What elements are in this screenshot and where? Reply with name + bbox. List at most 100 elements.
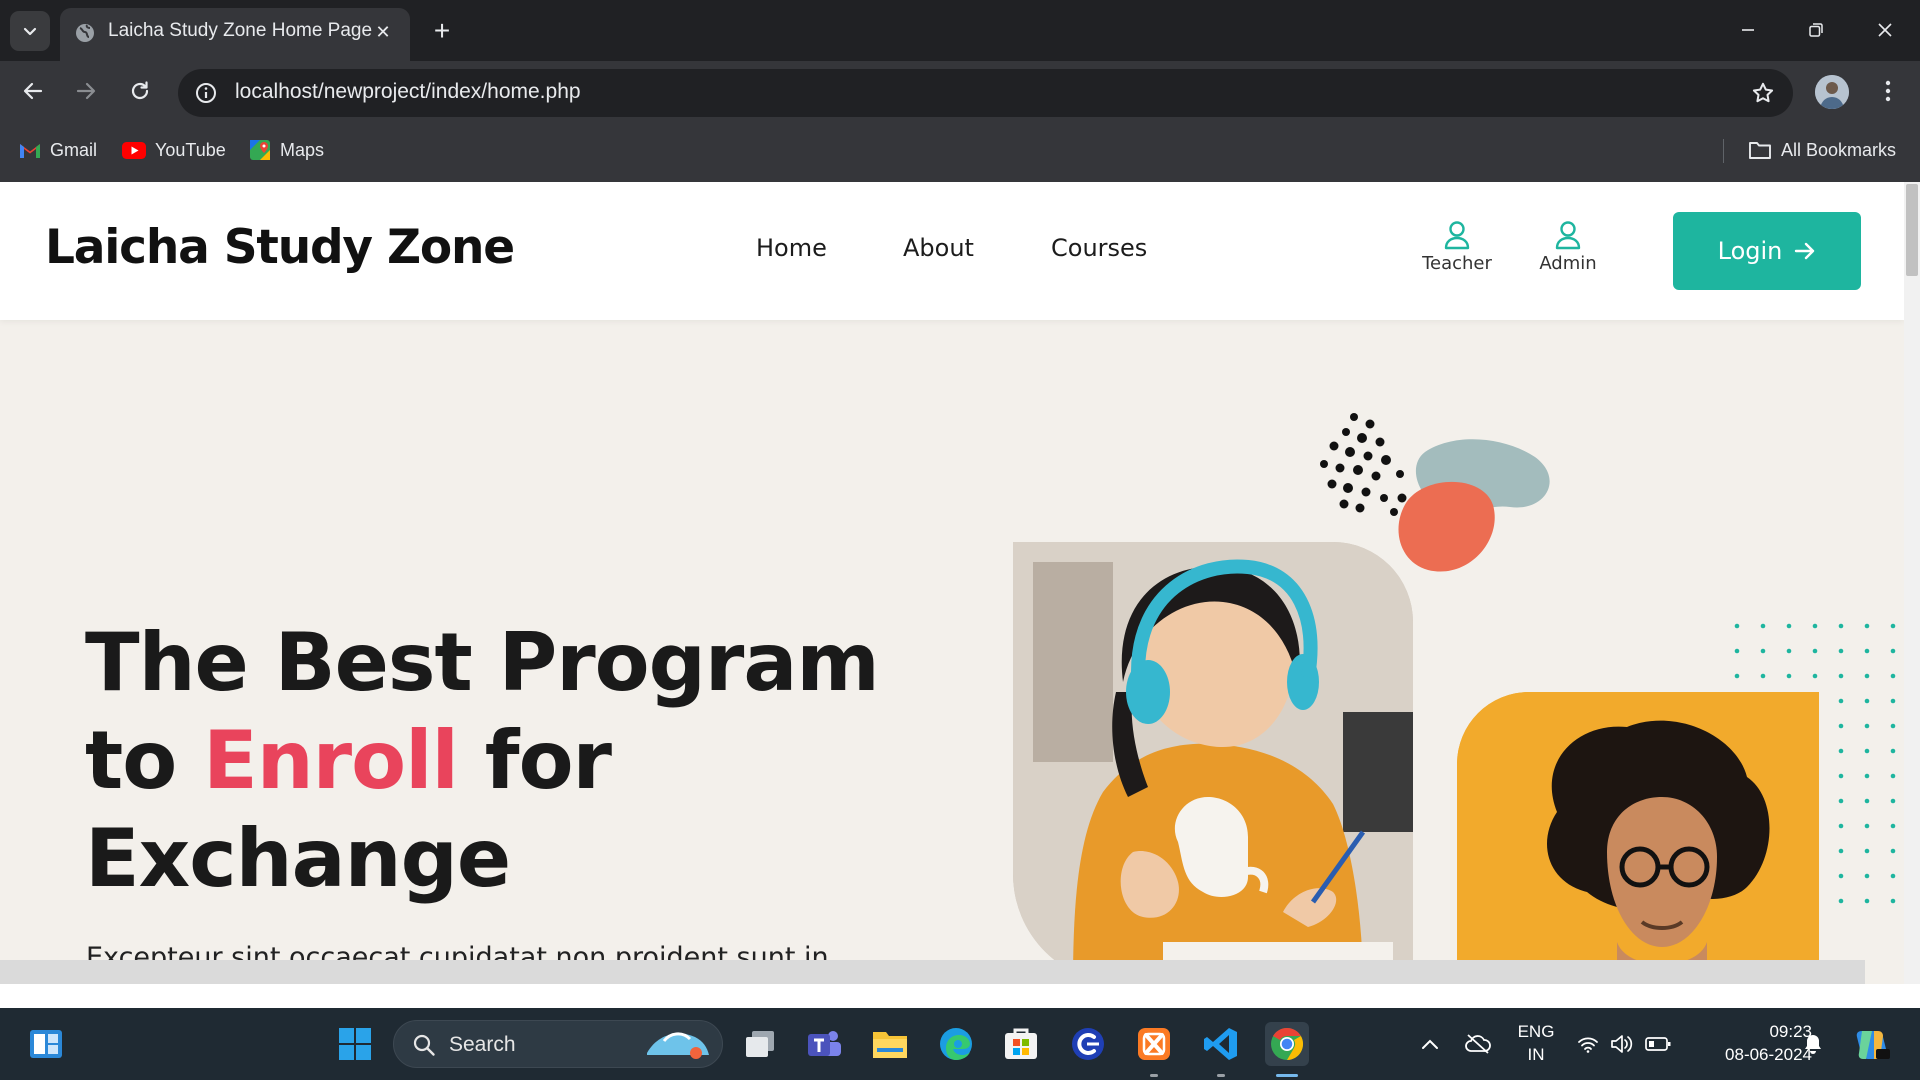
student-photo-curly-hair	[1457, 692, 1819, 984]
teacher-label: Teacher	[1422, 253, 1492, 274]
site-logo[interactable]: Laicha Study Zone	[45, 220, 515, 275]
xampp-button[interactable]	[1132, 1022, 1176, 1066]
youtube-icon	[122, 141, 146, 159]
search-highlight-icon	[647, 1032, 709, 1059]
xampp-icon	[1138, 1028, 1170, 1060]
info-icon	[196, 83, 216, 103]
student-illustration	[1457, 692, 1819, 984]
nav-courses[interactable]: Courses	[1051, 234, 1147, 262]
windows-taskbar: Search ENG IN 09:23 08-06-2024	[0, 1008, 1920, 1080]
admin-link[interactable]: Admin	[1518, 220, 1618, 274]
browser-menu-button[interactable]	[1870, 73, 1906, 109]
widgets-button[interactable]	[24, 1022, 68, 1066]
login-button[interactable]: Login	[1673, 212, 1861, 290]
vertical-scrollbar[interactable]	[1904, 182, 1920, 984]
restore-icon	[1809, 23, 1823, 37]
bookmark-gmail[interactable]: Gmail	[19, 135, 97, 165]
dot-cluster	[1320, 413, 1407, 516]
region-indicator[interactable]: IN	[1516, 1045, 1556, 1065]
tab-search-button[interactable]	[10, 11, 50, 51]
bookmark-label: Maps	[280, 139, 325, 160]
windows-icon	[339, 1028, 371, 1060]
chevron-down-icon	[23, 27, 37, 36]
bookmark-star-button[interactable]	[1749, 79, 1777, 107]
running-indicator	[1217, 1074, 1225, 1077]
file-explorer-button[interactable]	[868, 1022, 912, 1066]
bookmarks-bar: Gmail YouTube Maps All Bookmarks	[0, 121, 1920, 182]
running-indicator	[1150, 1074, 1158, 1077]
reload-button[interactable]	[118, 69, 162, 113]
hero-title-for: for	[457, 714, 612, 807]
search-icon	[413, 1034, 435, 1056]
start-button[interactable]	[333, 1022, 377, 1066]
student-illustration	[1013, 542, 1413, 984]
volume-button[interactable]	[1606, 1022, 1638, 1066]
profile-avatar[interactable]	[1815, 75, 1849, 109]
battery-button[interactable]	[1642, 1022, 1674, 1066]
minimize-button[interactable]	[1720, 6, 1776, 54]
gmail-icon	[20, 143, 40, 158]
browser-tab[interactable]: Laicha Study Zone Home Page ✕	[60, 8, 410, 61]
volume-icon	[1611, 1035, 1633, 1053]
teams-button[interactable]	[802, 1022, 846, 1066]
wifi-icon	[1578, 1037, 1598, 1053]
admin-label: Admin	[1539, 253, 1597, 274]
browser-toolbar: localhost/newproject/index/home.php	[0, 61, 1920, 121]
all-bookmarks-label: All Bookmarks	[1781, 139, 1897, 160]
hero-title-to: to	[85, 714, 204, 807]
task-view-icon	[746, 1031, 774, 1057]
tab-close-button[interactable]: ✕	[370, 19, 396, 45]
arrow-right-icon	[1795, 242, 1815, 260]
wifi-button[interactable]	[1572, 1022, 1604, 1066]
back-button[interactable]	[11, 69, 55, 113]
search-label: Search	[449, 1033, 516, 1056]
scrollbar-thumb[interactable]	[1906, 184, 1918, 276]
forward-button[interactable]	[64, 69, 108, 113]
show-hidden-icons-button[interactable]	[1408, 1022, 1452, 1066]
hero-title-line1: The Best Program	[85, 616, 880, 709]
star-icon	[1752, 82, 1774, 103]
language-indicator[interactable]: ENG	[1516, 1022, 1556, 1042]
restore-button[interactable]	[1788, 6, 1844, 54]
plus-icon: +	[433, 15, 451, 46]
bell-icon	[1805, 1035, 1821, 1054]
address-bar[interactable]: localhost/newproject/index/home.php	[178, 69, 1793, 117]
edge-button[interactable]	[934, 1022, 978, 1066]
horizontal-scrollbar[interactable]	[0, 960, 1865, 984]
teams-icon	[808, 1031, 841, 1056]
notifications-button[interactable]	[1797, 1022, 1829, 1066]
url-text[interactable]: localhost/newproject/index/home.php	[235, 80, 581, 104]
hero-title: The Best Program to Enroll for Exchange	[85, 614, 885, 908]
nav-about[interactable]: About	[903, 234, 974, 262]
user-icon	[1555, 221, 1581, 250]
battery-icon	[1645, 1037, 1671, 1051]
arrow-right-icon	[76, 82, 96, 100]
active-indicator	[1276, 1074, 1298, 1077]
minimize-icon	[1742, 29, 1754, 31]
bookmark-maps[interactable]: Maps	[249, 135, 324, 165]
app-c-button[interactable]	[1066, 1022, 1110, 1066]
onedrive-button[interactable]	[1456, 1022, 1500, 1066]
vscode-button[interactable]	[1199, 1022, 1243, 1066]
task-view-button[interactable]	[738, 1022, 782, 1066]
hero-title-line3: Exchange	[85, 812, 511, 905]
close-window-button[interactable]	[1857, 6, 1913, 54]
site-info-button[interactable]	[192, 79, 220, 107]
edge-icon	[940, 1028, 972, 1060]
bookmark-youtube[interactable]: YouTube	[122, 135, 226, 165]
copilot-button[interactable]	[1850, 1022, 1894, 1066]
teacher-link[interactable]: Teacher	[1407, 220, 1507, 274]
store-button[interactable]	[999, 1022, 1043, 1066]
chrome-button[interactable]	[1265, 1022, 1309, 1066]
nav-home[interactable]: Home	[756, 234, 827, 262]
hero-title-highlight: Enroll	[203, 714, 459, 807]
new-tab-button[interactable]: +	[422, 11, 462, 51]
close-icon	[1878, 23, 1892, 37]
arrow-left-icon	[23, 82, 43, 100]
folder-icon	[873, 1032, 907, 1058]
close-icon: ✕	[375, 21, 391, 43]
cloud-off-icon	[1465, 1034, 1491, 1054]
app-c-icon	[1072, 1028, 1104, 1060]
all-bookmarks-button[interactable]: All Bookmarks	[1748, 135, 1896, 165]
taskbar-search[interactable]: Search	[393, 1020, 723, 1068]
